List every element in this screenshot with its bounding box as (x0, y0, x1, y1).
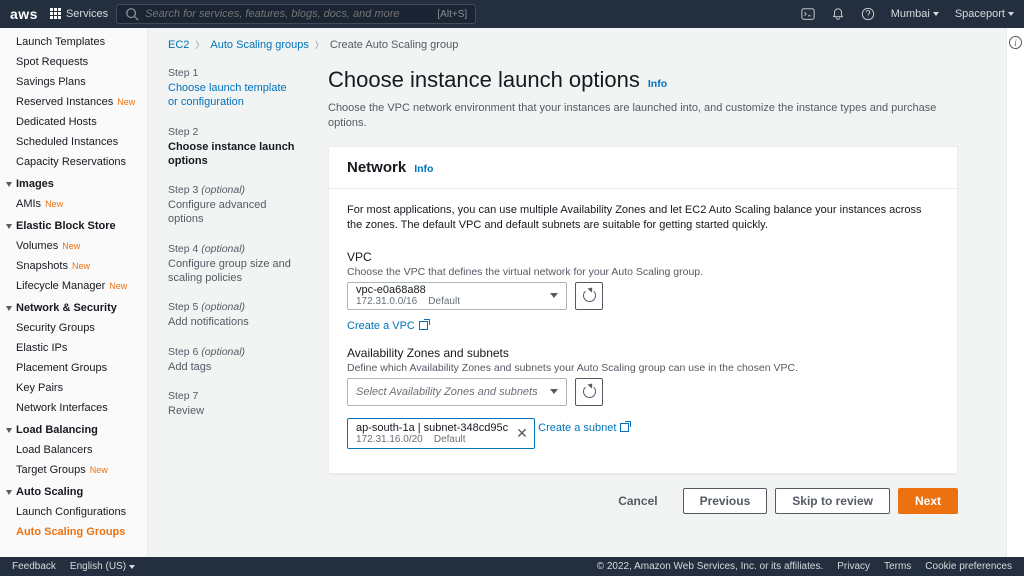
sidebar-item[interactable]: Launch Configurations (0, 502, 147, 522)
sidebar-section-head[interactable]: Network & Security (0, 296, 147, 318)
wizard-step: Step 7Review (168, 390, 298, 418)
privacy-link[interactable]: Privacy (837, 561, 870, 572)
top-nav: aws Services [Alt+S] Mumbai Spaceport (0, 0, 1024, 28)
sidebar-item[interactable]: Volumes New (0, 236, 147, 256)
create-subnet-link[interactable]: Create a subnet (538, 422, 629, 434)
wizard-step: Step 6 (optional)Add tags (168, 346, 298, 374)
external-link-icon (419, 321, 428, 330)
previous-button[interactable]: Previous (683, 488, 768, 514)
info-icon[interactable]: i (1009, 36, 1022, 49)
info-link[interactable]: Info (648, 78, 667, 90)
search-shortcut: [Alt+S] (437, 9, 467, 20)
network-panel: Network Info For most applications, you … (328, 146, 958, 474)
sidebar-section-head[interactable]: Load Balancing (0, 418, 147, 440)
subnet-tag: ap-south-1a | subnet-348cd95c 172.31.16.… (347, 418, 535, 449)
vpc-label: VPC (347, 250, 939, 264)
sidebar-item[interactable]: Auto Scaling Groups (0, 522, 147, 542)
skip-button[interactable]: Skip to review (775, 488, 890, 514)
sidebar-item[interactable]: Security Groups (0, 318, 147, 338)
chevron-right-icon: 〉 (315, 38, 324, 51)
network-intro: For most applications, you can use multi… (347, 203, 939, 234)
breadcrumb-current: Create Auto Scaling group (330, 39, 458, 51)
breadcrumb-asg[interactable]: Auto Scaling groups (210, 39, 308, 51)
info-rail: i (1006, 28, 1024, 557)
region-selector[interactable]: Mumbai (891, 8, 939, 20)
wizard-steps: Step 1Choose launch template or configur… (168, 67, 298, 557)
create-vpc-link[interactable]: Create a VPC (347, 320, 428, 332)
chevron-down-icon (129, 565, 135, 569)
footer-copyright: © 2022, Amazon Web Services, Inc. or its… (597, 561, 824, 572)
sidebar-item[interactable]: Dedicated Hosts (0, 112, 147, 132)
wizard-step: Step 3 (optional)Configure advanced opti… (168, 184, 298, 227)
az-sublabel: Define which Availability Zones and subn… (347, 362, 939, 374)
refresh-icon (583, 289, 596, 302)
wizard-step: Step 5 (optional)Add notifications (168, 301, 298, 329)
wizard-step: Step 4 (optional)Configure group size an… (168, 243, 298, 286)
global-search[interactable]: [Alt+S] (116, 4, 476, 24)
chevron-down-icon (933, 12, 939, 16)
terms-link[interactable]: Terms (884, 561, 911, 572)
sidebar-section-head[interactable]: Images (0, 172, 147, 194)
sidebar-item[interactable]: Placement Groups (0, 358, 147, 378)
remove-subnet-button[interactable]: ✕ (516, 426, 528, 440)
sidebar-item[interactable]: Savings Plans (0, 72, 147, 92)
external-link-icon (620, 423, 629, 432)
sidebar-section-head[interactable]: Auto Scaling (0, 480, 147, 502)
sidebar-item[interactable]: AMIs New (0, 194, 147, 214)
refresh-icon (583, 385, 596, 398)
vpc-sublabel: Choose the VPC that defines the virtual … (347, 266, 939, 278)
sidebar-item[interactable]: Elastic IPs (0, 338, 147, 358)
subnet-value: ap-south-1a | subnet-348cd95c (356, 422, 508, 434)
sidebar-item[interactable]: Launch Templates (0, 32, 147, 52)
grid-icon (50, 8, 62, 20)
chevron-down-icon (1008, 12, 1014, 16)
sidebar-item[interactable]: Target Groups New (0, 460, 147, 480)
az-label: Availability Zones and subnets (347, 346, 939, 360)
page-title: Choose instance launch options (328, 67, 640, 93)
cookie-link[interactable]: Cookie preferences (925, 561, 1012, 572)
help-icon[interactable] (861, 7, 875, 21)
chevron-down-icon (550, 389, 558, 394)
chevron-down-icon (550, 293, 558, 298)
sidebar-item[interactable]: Capacity Reservations (0, 152, 147, 172)
wizard-step: Step 2Choose instance launch options (168, 126, 298, 169)
sidebar-item[interactable]: Network Interfaces (0, 398, 147, 418)
breadcrumb: EC2 〉 Auto Scaling groups 〉 Create Auto … (148, 28, 1024, 55)
sidebar-item[interactable]: Scheduled Instances (0, 132, 147, 152)
language-selector[interactable]: English (US) (70, 561, 135, 572)
cloudshell-icon[interactable] (801, 7, 815, 21)
cancel-button[interactable]: Cancel (601, 488, 674, 514)
account-menu[interactable]: Spaceport (955, 8, 1014, 20)
sidebar-item[interactable]: Reserved Instances New (0, 92, 147, 112)
sidebar-section-head[interactable]: Elastic Block Store (0, 214, 147, 236)
search-icon (125, 7, 139, 21)
chevron-right-icon: 〉 (195, 38, 204, 51)
main-content: EC2 〉 Auto Scaling groups 〉 Create Auto … (148, 28, 1024, 557)
az-select[interactable]: Select Availability Zones and subnets (347, 378, 567, 406)
search-input[interactable] (145, 8, 431, 20)
sidebar-item[interactable]: Snapshots New (0, 256, 147, 276)
feedback-link[interactable]: Feedback (12, 561, 56, 572)
bell-icon[interactable] (831, 7, 845, 21)
wizard-actions: Cancel Previous Skip to review Next (328, 474, 958, 534)
service-sidebar: Launch TemplatesSpot RequestsSavings Pla… (0, 28, 148, 557)
refresh-az-button[interactable] (575, 378, 603, 406)
info-link[interactable]: Info (414, 163, 433, 175)
services-menu[interactable]: Services (50, 8, 108, 20)
next-button[interactable]: Next (898, 488, 958, 514)
sidebar-item[interactable]: Lifecycle Manager New (0, 276, 147, 296)
panel-heading: Network (347, 159, 406, 176)
sidebar-item[interactable]: Spot Requests (0, 52, 147, 72)
breadcrumb-ec2[interactable]: EC2 (168, 39, 189, 51)
refresh-vpc-button[interactable] (575, 282, 603, 310)
vpc-select[interactable]: vpc-e0a68a88 172.31.0.0/16 Default (347, 282, 567, 310)
sidebar-item[interactable]: Load Balancers (0, 440, 147, 460)
sidebar-item[interactable]: Key Pairs (0, 378, 147, 398)
wizard-step[interactable]: Step 1Choose launch template or configur… (168, 67, 298, 110)
aws-logo[interactable]: aws (10, 6, 38, 22)
footer: Feedback English (US) © 2022, Amazon Web… (0, 557, 1024, 576)
page-description: Choose the VPC network environment that … (328, 101, 958, 132)
